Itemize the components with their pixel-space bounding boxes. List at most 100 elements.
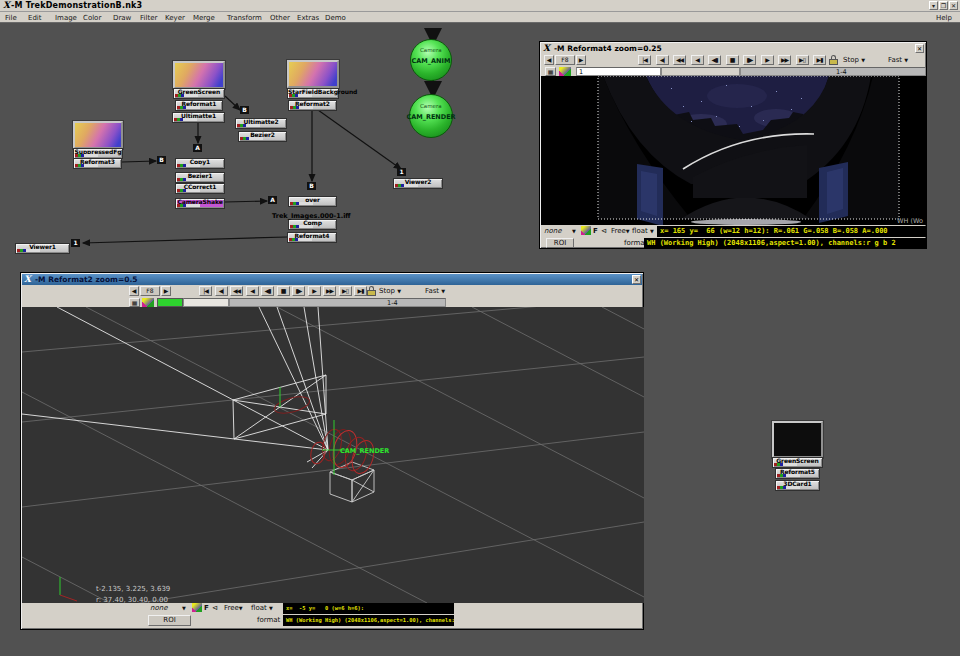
f8-button[interactable]: F8	[140, 286, 160, 296]
dag-node-ultimatte1[interactable]: Ultimatte1	[172, 112, 225, 123]
lock-icon[interactable]	[829, 55, 838, 65]
channel-icon[interactable]	[581, 226, 591, 235]
timeline-track-left[interactable]	[661, 67, 740, 76]
dag-node-bezier2[interactable]: Bezier2	[238, 131, 287, 142]
dag-node-reformat4[interactable]: Reformat4	[287, 232, 337, 243]
next-view-button[interactable]: ▶	[576, 55, 586, 65]
channel-icon[interactable]	[192, 603, 202, 612]
playback-button-3[interactable]: ◀	[246, 286, 259, 296]
playback-button-4[interactable]: ◀▮	[708, 55, 721, 65]
menu-merge[interactable]: Merge	[193, 14, 215, 22]
menu-draw[interactable]: Draw	[113, 14, 131, 22]
stop-dropdown[interactable]: Stop ▼	[843, 56, 865, 64]
lut-dropdown-arrow[interactable]: ▼	[572, 227, 576, 235]
viewer-window-reformat2[interactable]: X -M Reformat2 zoom=0.5 ✕ ◀ F8 ▶ |◀◀|◀◀◀…	[20, 272, 644, 630]
dag-node-ccorrect1[interactable]: CCorrect1	[175, 183, 225, 194]
free-dropdown[interactable]: Free▼	[611, 227, 630, 235]
playback-button-9[interactable]: ▶▯	[339, 286, 352, 296]
menu-demo[interactable]: Demo	[325, 14, 346, 22]
dag-node-ultimatte2[interactable]: Ultimatte2	[235, 118, 287, 129]
dag-node-starfieldbackground[interactable]: StarFieldBackground	[287, 88, 339, 99]
menu-image[interactable]: Image	[55, 14, 77, 22]
fast-dropdown[interactable]: Fast ▼	[425, 287, 445, 295]
f8-button[interactable]: F8	[555, 55, 575, 65]
dag-connector-1[interactable]: 1	[397, 168, 406, 176]
window-titlebar[interactable]: X -M TrekDemonstrationB.nk3 ▾ ❐ ✕	[0, 0, 960, 12]
timeline-track-left[interactable]	[183, 298, 229, 307]
dag-node-copy1[interactable]: Copy1	[175, 158, 225, 169]
playback-button-6[interactable]: ▮▶	[292, 286, 305, 296]
viewer-window-reformat4[interactable]: X -M Reformat4 zoom=0.25 ✕ ◀ F8 ▶ |◀◀|◀◀…	[539, 41, 927, 249]
menu-filter[interactable]: Filter	[140, 14, 157, 22]
dag-connector-B[interactable]: B	[307, 182, 316, 190]
timeline-track[interactable]	[229, 298, 446, 307]
next-view-button[interactable]: ▶	[161, 286, 171, 296]
fit-button[interactable]: F	[593, 227, 598, 235]
frame-counter-icon[interactable]: ▦	[545, 67, 556, 76]
dag-node-greenscreen[interactable]: GreenScreen	[173, 88, 225, 99]
fit-button[interactable]: F	[204, 604, 209, 612]
dag-node-reformat2[interactable]: Reformat2	[288, 100, 337, 111]
playback-button-0[interactable]: |◀	[638, 55, 651, 65]
playback-button-8[interactable]: ▶▶	[323, 286, 336, 296]
dag-node-comp[interactable]: Comp	[288, 219, 337, 230]
menu-transform[interactable]: Transform	[227, 14, 262, 22]
playback-button-0[interactable]: |◀	[199, 286, 212, 296]
window-close-button[interactable]: ✕	[949, 1, 958, 10]
compare-icon[interactable]: ⊲	[212, 604, 218, 612]
roi-button[interactable]: ROI	[546, 238, 574, 248]
dag-connector-B[interactable]: B	[157, 156, 166, 164]
current-frame-field[interactable]: 1	[576, 67, 661, 76]
float-dropdown[interactable]: float ▼	[632, 227, 654, 235]
timeline-progress[interactable]	[157, 298, 183, 307]
dag-node-viewer2[interactable]: Viewer2	[393, 178, 443, 189]
playback-button-3[interactable]: ◀	[691, 55, 704, 65]
playback-button-9[interactable]: ▶▯	[796, 55, 809, 65]
playback-button-5[interactable]: ■	[277, 286, 290, 296]
roi-button[interactable]: ROI	[148, 615, 191, 626]
lock-icon[interactable]	[367, 286, 376, 296]
compare-icon[interactable]: ⊲	[601, 227, 607, 235]
dag-node-reformat3[interactable]: Reformat3	[73, 158, 122, 169]
viewerB-close-button[interactable]: ✕	[632, 275, 641, 284]
dag-node-3dcard1[interactable]: 3DCard1	[775, 480, 820, 491]
viewerB-titlebar[interactable]: X -M Reformat2 zoom=0.5 ✕	[22, 274, 642, 285]
playback-button-1[interactable]: ◀|	[656, 55, 669, 65]
dag-node-camerashake[interactable]: CameraShake	[175, 198, 225, 209]
timeline-track[interactable]	[740, 67, 926, 76]
stop-dropdown[interactable]: Stop ▼	[379, 287, 401, 295]
fast-dropdown[interactable]: Fast ▼	[888, 56, 908, 64]
free-dropdown[interactable]: Free▼	[224, 604, 243, 612]
window-maximize-button[interactable]: ❐	[939, 1, 948, 10]
frame-counter-icon[interactable]: ▦	[129, 298, 140, 307]
menu-help[interactable]: Help	[936, 14, 952, 22]
float-dropdown[interactable]: float ▼	[251, 604, 273, 612]
dag-node-over[interactable]: over	[288, 196, 337, 207]
prev-view-button[interactable]: ◀	[544, 55, 554, 65]
dag-node-bezier1[interactable]: Bezier1	[175, 172, 225, 183]
playback-button-2[interactable]: ◀◀	[673, 55, 686, 65]
rgb-channels-icon[interactable]	[142, 298, 154, 307]
prev-view-button[interactable]: ◀	[129, 286, 139, 296]
viewerA-titlebar[interactable]: X -M Reformat4 zoom=0.25 ✕	[541, 43, 925, 54]
lut-dropdown[interactable]: none	[544, 227, 561, 235]
menu-extras[interactable]: Extras	[297, 14, 319, 22]
dag-node-reformat5[interactable]: Reformat5	[775, 468, 820, 479]
viewerA-image-canvas[interactable]: WH (Wo	[541, 76, 927, 225]
playback-button-10[interactable]: ▶▮	[354, 286, 367, 296]
dag-connector-B[interactable]: B	[240, 106, 249, 114]
window-minimize-button[interactable]: ▾	[929, 1, 938, 10]
viewerB-3d-canvas[interactable]: CAM_RENDER t-2.135, 3.225, 3.639 r: 37.4…	[22, 307, 644, 603]
playback-button-10[interactable]: ▶▮	[813, 55, 826, 65]
menu-edit[interactable]: Edit	[28, 14, 42, 22]
dag-node-greenscreen[interactable]: GreenScreen	[772, 457, 823, 468]
menu-other[interactable]: Other	[270, 14, 290, 22]
rgb-channels-icon[interactable]	[559, 67, 571, 76]
dag-connector-A[interactable]: A	[268, 196, 277, 204]
playback-button-2[interactable]: ◀◀	[230, 286, 243, 296]
playback-button-4[interactable]: ◀▮	[261, 286, 274, 296]
menu-color[interactable]: Color	[83, 14, 101, 22]
dag-connector-A[interactable]: A	[193, 144, 202, 152]
menu-file[interactable]: File	[5, 14, 17, 22]
lut-dropdown[interactable]: none	[150, 604, 167, 612]
